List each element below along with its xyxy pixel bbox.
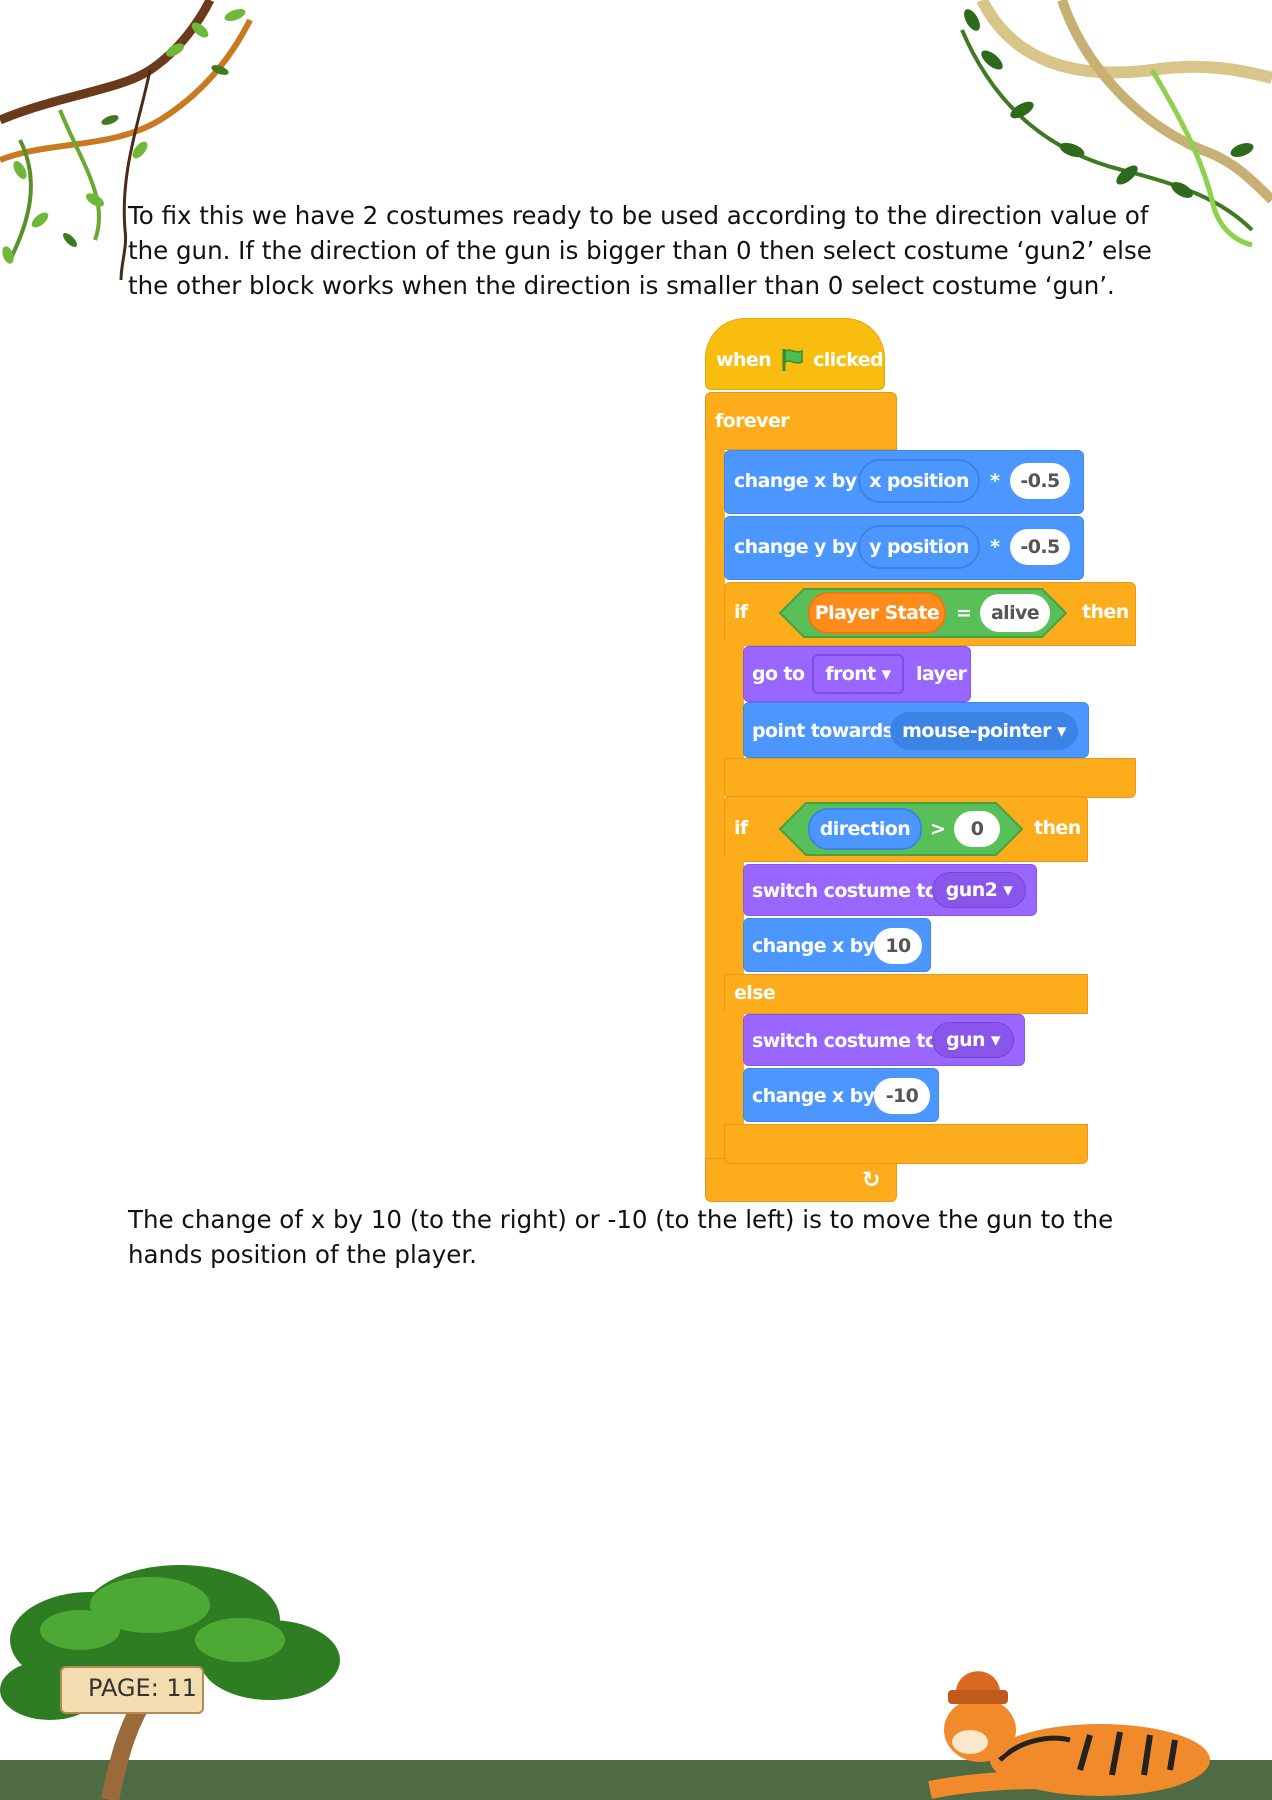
paragraph-line: To fix this we have 2 costumes ready to …: [128, 201, 1149, 230]
paragraph-line: the other block works when the direction…: [128, 271, 1115, 300]
multiply-operator: *: [990, 470, 1000, 492]
then-label: then: [1082, 601, 1129, 623]
point-towards-label: point towards: [752, 720, 894, 742]
greater-than-operator: >: [930, 818, 946, 840]
costume-dropdown-gun: gun ▾: [932, 1022, 1014, 1058]
paragraph-line: The change of x by 10 (to the right) or …: [128, 1205, 1114, 1234]
mouse-pointer-dropdown: mouse-pointer ▾: [890, 712, 1078, 750]
change-y-label: change y by: [734, 536, 857, 558]
forever-arm: [705, 440, 725, 1160]
when-label: when: [716, 349, 772, 371]
value-10: 10: [874, 928, 922, 964]
change-x-label: change x by: [752, 935, 875, 957]
paragraph-line: the gun. If the direction of the gun is …: [128, 236, 1152, 265]
switch-costume-label: switch costume to: [752, 880, 938, 902]
else-label: else: [734, 982, 776, 1004]
green-flag-icon: [782, 349, 803, 371]
if-else-arm-top: [724, 856, 744, 978]
if-arm: [724, 640, 744, 760]
clicked-label: clicked: [813, 349, 884, 371]
direction-reporter: direction: [808, 808, 922, 850]
forever-label: forever: [715, 410, 790, 432]
x-position-reporter: x position: [858, 459, 980, 503]
if-else-bottom: [724, 1124, 1088, 1164]
if-else-arm-bottom: [724, 1010, 744, 1130]
player-state-variable: Player State: [808, 592, 946, 634]
multiply-operator: *: [990, 536, 1000, 558]
zero-value: 0: [954, 811, 1000, 847]
else-section: [724, 974, 1088, 1014]
change-x-label: change x by: [734, 470, 857, 492]
costume-dropdown-gun2: gun2 ▾: [932, 872, 1026, 908]
layer-dropdown: front ▾: [812, 654, 904, 694]
value-minus-10: -10: [874, 1078, 930, 1114]
layer-label: layer: [916, 663, 967, 685]
paragraph-line: hands position of the player.: [128, 1240, 477, 1269]
alive-value: alive: [980, 594, 1050, 632]
then-label: then: [1034, 817, 1081, 839]
y-position-reporter: y position: [858, 525, 980, 569]
switch-costume-label: switch costume to: [752, 1030, 938, 1052]
intro-paragraph: To fix this we have 2 costumes ready to …: [128, 198, 1152, 303]
if-label: if: [734, 601, 748, 623]
equals-operator: =: [956, 602, 972, 624]
tiger-illustration: [928, 1671, 1210, 1799]
when-flag-clicked-block: when clicked: [705, 318, 885, 390]
page-number-label: PAGE: 11: [88, 1674, 197, 1702]
multiplier-value: -0.5: [1010, 463, 1070, 499]
explanation-paragraph: The change of x by 10 (to the right) or …: [128, 1202, 1143, 1272]
go-to-label: go to: [752, 663, 805, 685]
change-x-label: change x by: [752, 1085, 875, 1107]
loop-arrow-icon: ↻: [862, 1168, 880, 1193]
if-label: if: [734, 817, 748, 839]
multiplier-value: -0.5: [1010, 529, 1070, 565]
if-bottom: [724, 758, 1136, 798]
